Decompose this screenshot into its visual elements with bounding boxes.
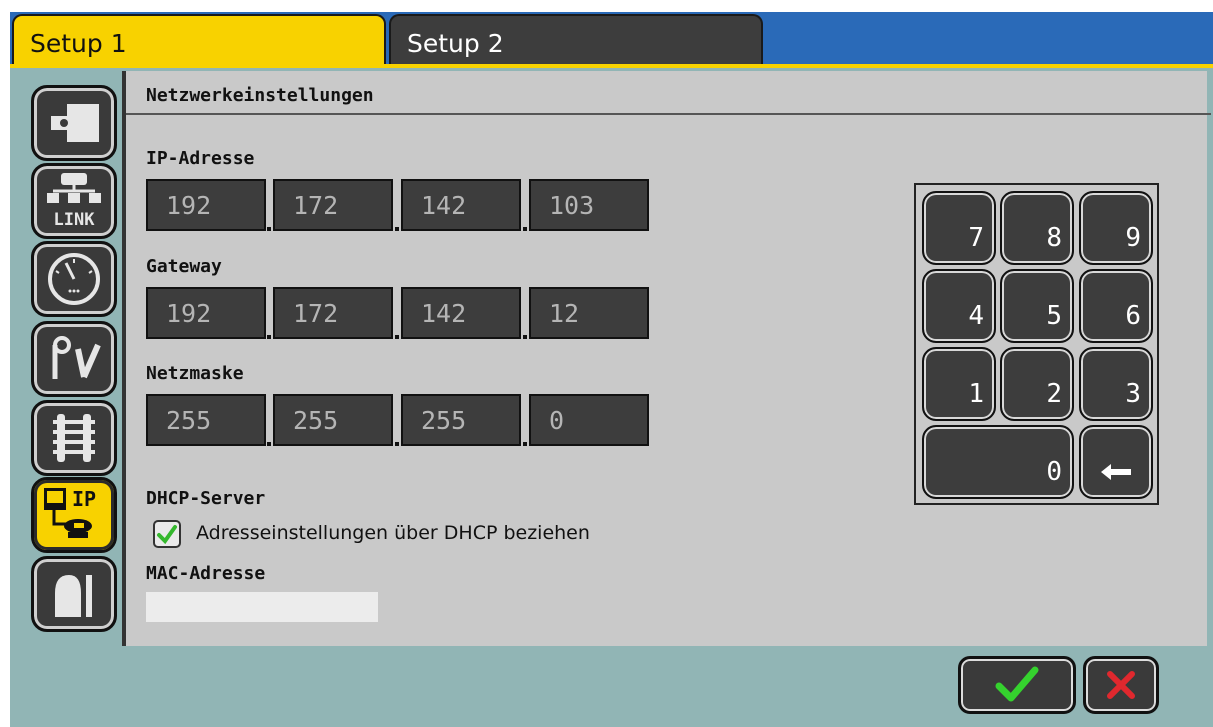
signal-switch-icon	[52, 336, 101, 379]
keypad-key-8[interactable]: 8	[1000, 191, 1074, 265]
ip-address-octet-4[interactable]: 103	[529, 179, 649, 231]
cancel-button[interactable]	[1083, 656, 1159, 714]
octet-separator	[523, 442, 527, 446]
ip-address-octet-2[interactable]: 172	[273, 179, 393, 231]
tab-setup-1-label: Setup 1	[30, 29, 127, 58]
keypad-key-9[interactable]: 9	[1079, 191, 1153, 265]
octet-separator	[523, 335, 527, 339]
dhcp-server-label: DHCP-Server	[146, 488, 266, 509]
dhcp-checkbox-label: Adresseinstellungen über DHCP beziehen	[196, 522, 590, 544]
keypad-backspace[interactable]	[1079, 425, 1153, 499]
content-panel: Netzwerkeinstellungen IP-Adresse 192 172…	[122, 71, 1211, 646]
gateway-octet-4[interactable]: 12	[529, 287, 649, 339]
octet-separator	[395, 442, 399, 446]
network-ip-icon-label: IP	[72, 487, 96, 511]
tab-setup-2-label: Setup 2	[407, 29, 504, 58]
keypad-key-7[interactable]: 7	[922, 191, 996, 265]
sidebar-item-gauge[interactable]	[31, 241, 117, 317]
gateway-octet-1[interactable]: 192	[146, 287, 266, 339]
confirm-button[interactable]	[958, 656, 1076, 714]
sidebar-item-signal-switch[interactable]	[31, 321, 117, 397]
link-icon-label: LINK	[54, 210, 96, 230]
numeric-keypad: 7 8 9 4 5 6 1 2 3 0	[914, 183, 1159, 505]
section-title: Netzwerkeinstellungen	[126, 71, 1211, 115]
network-ip-icon: IP	[44, 487, 96, 538]
gateway-octet-2[interactable]: 172	[273, 287, 393, 339]
sidebar-item-tunnel[interactable]	[31, 556, 117, 632]
mac-address-label: MAC-Adresse	[146, 563, 266, 584]
netmask-octet-4[interactable]: 0	[529, 394, 649, 446]
sidebar: LINK IP	[14, 71, 120, 646]
keypad-key-6[interactable]: 6	[1079, 269, 1153, 343]
netmask-label: Netzmaske	[146, 363, 244, 384]
octet-separator	[267, 442, 271, 446]
keypad-key-2[interactable]: 2	[1000, 347, 1074, 421]
sidebar-item-link[interactable]: LINK	[31, 163, 117, 239]
octet-separator	[523, 227, 527, 231]
keypad-key-4[interactable]: 4	[922, 269, 996, 343]
gauge-icon	[48, 253, 100, 305]
netmask-octet-1[interactable]: 255	[146, 394, 266, 446]
ip-address-octet-1[interactable]: 192	[146, 179, 266, 231]
keypad-key-0[interactable]: 0	[922, 425, 1074, 499]
octet-separator	[267, 335, 271, 339]
octet-separator	[395, 335, 399, 339]
ip-address-octet-3[interactable]: 142	[401, 179, 521, 231]
sidebar-item-track[interactable]	[31, 400, 117, 476]
mac-address-value	[146, 592, 378, 622]
ip-address-label: IP-Adresse	[146, 148, 255, 169]
dhcp-checkbox[interactable]	[153, 520, 181, 548]
netmask-octet-2[interactable]: 255	[273, 394, 393, 446]
track-icon	[53, 414, 95, 462]
tab-setup-1[interactable]: Setup 1	[12, 14, 386, 68]
keypad-key-1[interactable]: 1	[922, 347, 996, 421]
link-icon: LINK	[47, 173, 101, 230]
active-tab-underline	[10, 64, 1213, 68]
netmask-octet-3[interactable]: 255	[401, 394, 521, 446]
octet-separator	[267, 227, 271, 231]
gateway-octet-3[interactable]: 142	[401, 287, 521, 339]
close-icon	[1107, 671, 1135, 699]
checkmark-icon	[995, 666, 1039, 702]
tab-setup-2[interactable]: Setup 2	[389, 14, 763, 64]
keypad-key-5[interactable]: 5	[1000, 269, 1074, 343]
checkmark-icon	[157, 525, 177, 545]
octet-separator	[395, 227, 399, 231]
tunnel-icon	[55, 575, 92, 617]
sidebar-item-module[interactable]	[31, 85, 117, 161]
module-icon	[51, 104, 99, 142]
gateway-label: Gateway	[146, 256, 222, 277]
keypad-key-3[interactable]: 3	[1079, 347, 1153, 421]
backspace-arrow-icon	[1101, 464, 1131, 480]
sidebar-item-network[interactable]: IP	[31, 477, 117, 553]
